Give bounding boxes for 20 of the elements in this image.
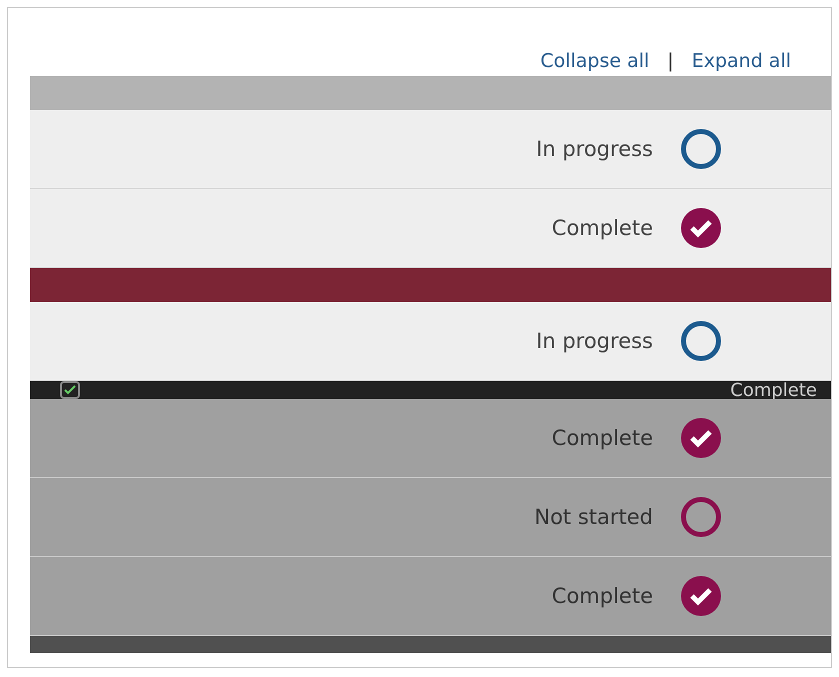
list-row[interactable]: Complete	[30, 189, 831, 268]
status-label: Complete	[552, 584, 653, 608]
list-row[interactable]: Not started	[30, 478, 831, 557]
list-row[interactable]: In progress	[30, 302, 831, 381]
toolbar-link[interactable]: Expand all	[692, 50, 791, 72]
status-label: Complete	[552, 426, 653, 450]
status-label: Complete	[552, 216, 653, 240]
section-header[interactable]	[30, 268, 831, 302]
list-row[interactable]: Complete	[30, 557, 831, 636]
status-label: In progress	[536, 137, 653, 161]
list-row[interactable]: In progress	[30, 110, 831, 189]
check-icon	[64, 385, 76, 395]
status-label: In progress	[536, 329, 653, 353]
list-row[interactable]: Complete	[30, 399, 831, 478]
separator: |	[667, 50, 674, 72]
section-status: Complete	[730, 380, 817, 400]
status-label: Not started	[534, 505, 653, 529]
section-header[interactable]	[30, 76, 831, 110]
toolbar-link[interactable]: Collapse all	[540, 50, 650, 72]
section-header[interactable]: Complete	[30, 381, 831, 399]
